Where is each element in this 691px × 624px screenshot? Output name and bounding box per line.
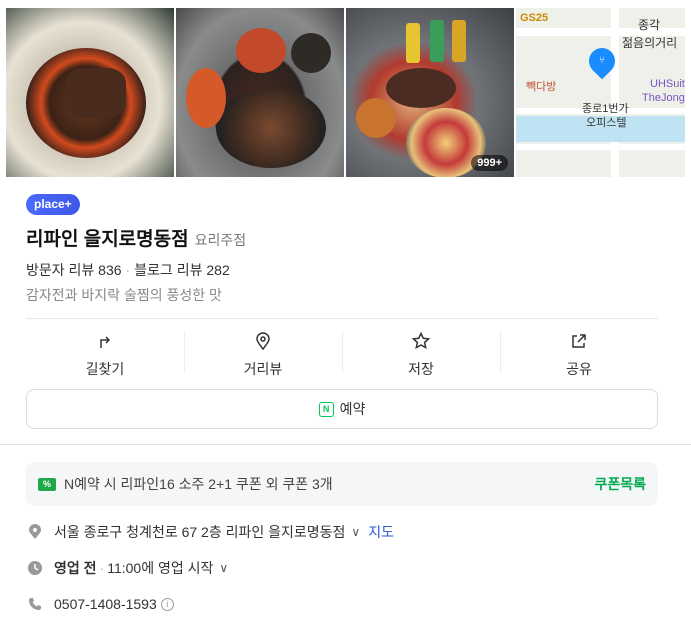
phone-number[interactable]: 0507-1408-1593 <box>54 596 157 612</box>
save-button[interactable]: 저장 <box>342 325 500 380</box>
map-label-jonggak: 종각 <box>638 18 661 32</box>
chevron-down-icon[interactable]: ∨ <box>351 525 360 539</box>
coupon-list-link[interactable]: 쿠폰목록 <box>594 474 646 494</box>
title-row: 리파인 을지로명동점 요리주점 <box>26 224 246 251</box>
street-view-label: 거리뷰 <box>243 361 283 377</box>
map-label-youth-street: 젊음의거리 <box>622 36 678 50</box>
place-description: 감자전과 바지락 술찜의 풍성한 맛 <box>26 287 222 303</box>
phone-icon <box>26 595 44 613</box>
map-road <box>516 144 685 150</box>
photo-table-spread[interactable] <box>176 8 344 177</box>
section-divider <box>0 444 691 445</box>
directions-button[interactable]: 길찾기 <box>26 325 184 380</box>
photo-steak-bowl[interactable] <box>6 8 174 177</box>
divider <box>26 318 658 319</box>
chevron-down-icon[interactable]: ∨ <box>219 561 228 575</box>
coupon-banner[interactable]: % N예약 시 리파인16 소주 2+1 쿠폰 외 쿠폰 3개 쿠폰목록 <box>26 462 658 506</box>
map-link[interactable]: 지도 <box>368 522 394 542</box>
place-card: 999+ GS25 종각 젊음의거리 빽다방 UHSuit TheJong 종로… <box>0 0 691 624</box>
place-category: 요리주점 <box>194 232 247 248</box>
map-label-thejong: TheJong <box>642 92 685 104</box>
location-pin-icon <box>26 523 44 541</box>
review-counts: 방문자 리뷰 836 · 블로그 리뷰 282 <box>26 260 230 280</box>
map-label-office2: 오피스텔 <box>586 117 627 129</box>
share-icon <box>572 334 586 348</box>
address-text: 서울 종로구 청계천로 67 2층 리파인 을지로명동점 <box>54 524 346 540</box>
place-name: 리파인 을지로명동점 <box>26 229 189 250</box>
phone-row: 0507-1408-1593 i <box>26 595 174 613</box>
share-button[interactable]: 공유 <box>500 325 658 380</box>
directions-label: 길찾기 <box>85 361 125 377</box>
map-road <box>611 8 619 177</box>
street-view-button[interactable]: 거리뷰 <box>184 325 342 380</box>
coupon-icon: % <box>38 477 56 491</box>
save-label: 저장 <box>408 361 434 377</box>
photo-strip: 999+ GS25 종각 젊음의거리 빽다방 UHSuit TheJong 종로… <box>6 8 685 177</box>
photo-count-badge: 999+ <box>471 155 508 171</box>
separator-dot: · <box>125 262 131 278</box>
directions-icon <box>100 336 111 348</box>
map-thumbnail[interactable]: GS25 종각 젊음의거리 빽다방 UHSuit TheJong 종로1번가 오… <box>516 8 685 177</box>
address-row: 서울 종로구 청계천로 67 2층 리파인 을지로명동점 ∨ 지도 <box>26 522 394 542</box>
map-label-gs25: GS25 <box>520 12 549 24</box>
hours-row[interactable]: 영업 전 · 11:00에 영업 시작 ∨ <box>26 558 228 578</box>
share-label: 공유 <box>566 361 592 377</box>
coupon-text: N예약 시 리파인16 소주 2+1 쿠폰 외 쿠폰 3개 <box>64 476 333 492</box>
info-icon[interactable]: i <box>160 597 174 611</box>
photo-pasta-drinks[interactable]: 999+ <box>346 8 514 177</box>
action-bar: 길찾기 거리뷰 저장 공유 <box>26 325 658 380</box>
place-plus-badge: place+ <box>26 194 80 215</box>
reserve-button[interactable]: N 예약 <box>26 389 658 429</box>
street-view-icon <box>256 332 270 351</box>
naver-booking-icon: N <box>318 401 334 417</box>
hours-text: 11:00에 영업 시작 <box>107 560 214 576</box>
map-label-uhsuite: UHSuit <box>650 78 685 90</box>
visitor-reviews-link[interactable]: 방문자 리뷰 836 <box>26 262 122 278</box>
reserve-label: 예약 <box>339 401 366 417</box>
blog-reviews-link[interactable]: 블로그 리뷰 282 <box>134 262 230 278</box>
business-status: 영업 전 <box>54 560 97 576</box>
separator-dot: · <box>99 560 105 576</box>
star-icon <box>411 331 431 350</box>
clock-icon <box>26 559 44 577</box>
map-label-paik: 빽다방 <box>526 81 557 93</box>
